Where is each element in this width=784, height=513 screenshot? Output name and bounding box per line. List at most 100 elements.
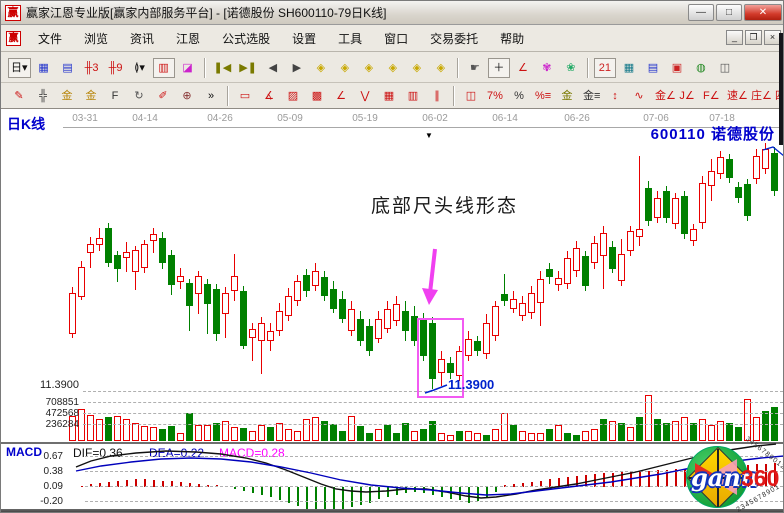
pan-hand-icon[interactable]: ☛ <box>464 58 486 78</box>
candle-body <box>249 329 256 338</box>
gann-fan-icon[interactable]: ∡ <box>258 86 280 106</box>
menu-item-设置[interactable]: 设置 <box>281 26 327 51</box>
next-button[interactable]: ▶ <box>286 58 308 78</box>
square-grid-icon[interactable]: ▥ <box>402 86 424 106</box>
dense-grid-icon[interactable]: ▦ <box>378 86 400 106</box>
gold-circle-icon[interactable]: 金 <box>556 86 578 106</box>
application-window: 赢 赢家江恩专业版[赢家内部服务平台] - [诺德股份 SH600110-79日… <box>0 0 784 513</box>
macd-histogram-bar <box>648 471 650 487</box>
grid-tool-icon[interactable]: ╬ <box>32 86 54 106</box>
menu-item-交易委托[interactable]: 交易委托 <box>419 26 489 51</box>
volume-bar <box>735 427 742 441</box>
menu-item-公式选股[interactable]: 公式选股 <box>211 26 281 51</box>
zoom-left-diamond-icon[interactable]: ◈ <box>310 58 332 78</box>
color-histogram-icon[interactable]: ◪ <box>177 58 199 78</box>
angle-measure-icon[interactable]: ∠ <box>512 58 534 78</box>
prev-button[interactable]: ◀ <box>262 58 284 78</box>
macd-histogram-bar <box>423 487 425 493</box>
intraday-chart-icon[interactable]: ▥ <box>153 58 175 78</box>
panorama-icon[interactable]: ▦ <box>33 58 55 78</box>
rect-tool-icon[interactable]: ▭ <box>234 86 256 106</box>
menu-logo-icon: 赢 <box>6 31 21 46</box>
wave-line-icon[interactable]: ∿ <box>628 86 650 106</box>
menu-item-文件[interactable]: 文件 <box>27 26 73 51</box>
gann-box-icon[interactable]: ▨ <box>282 86 304 106</box>
menu-item-浏览[interactable]: 浏览 <box>73 26 119 51</box>
tree-tool-icon[interactable]: ✾ <box>536 58 558 78</box>
candle-body <box>222 293 229 314</box>
percent-line-icon[interactable]: %≡ <box>532 86 554 106</box>
last-page-button[interactable]: ▶❚ <box>236 58 260 78</box>
pattern-annotation: 底部尺头线形态 <box>371 191 518 218</box>
gold-angle-icon[interactable]: 金∠ <box>652 86 674 106</box>
crosshair-icon[interactable]: ＋ <box>488 58 510 78</box>
price-table-icon[interactable]: ◫ <box>460 86 482 106</box>
close-button[interactable]: ✕ <box>744 4 782 21</box>
banker-angle-icon[interactable]: 庄∠ <box>748 86 770 106</box>
mdi-minimize-button[interactable]: _ <box>726 30 743 45</box>
save-icon[interactable]: ▣ <box>666 58 688 78</box>
expand-diamond-icon[interactable]: ◈ <box>358 58 380 78</box>
date-label-05-09: 05-09 <box>277 113 303 124</box>
toolbar-separator <box>587 58 589 78</box>
pen-ruler-icon[interactable]: ✐ <box>152 86 174 106</box>
menu-item-帮助[interactable]: 帮助 <box>489 26 535 51</box>
network-icon[interactable]: ◍ <box>690 58 712 78</box>
first-page-button[interactable]: ❚◀ <box>211 58 235 78</box>
brush-icon[interactable]: ✎ <box>8 86 30 106</box>
minute9-chart-icon[interactable]: ╫9 <box>105 58 127 78</box>
drawing-toolbar: ✎╬金金F↻✐⊕»▭∡▨▩∠⋁▦▥∥◫7%%%≡金金≡↕∿金∠J∠F∠速∠庄∠四… <box>1 83 784 109</box>
menu-item-工具[interactable]: 工具 <box>327 26 373 51</box>
menu-item-窗口[interactable]: 窗口 <box>373 26 419 51</box>
candle-body <box>177 276 184 282</box>
wide-diamond-icon[interactable]: ◈ <box>406 58 428 78</box>
macd-histogram-bar <box>459 487 461 500</box>
minimize-button[interactable]: — <box>688 4 714 21</box>
title-bar[interactable]: 赢 赢家江恩专业版[赢家内部服务平台] - [诺德股份 SH600110-79日… <box>1 1 784 25</box>
candle-body <box>672 198 679 224</box>
percent-icon[interactable]: % <box>508 86 530 106</box>
cycle-circle-icon[interactable]: ↻ <box>128 86 150 106</box>
menu-item-资讯[interactable]: 资讯 <box>119 26 165 51</box>
full-diamond-icon[interactable]: ◈ <box>430 58 452 78</box>
candle-body <box>681 196 688 234</box>
speed-angle-icon[interactable]: 速∠ <box>724 86 746 106</box>
time-circle-icon[interactable]: ⊕ <box>176 86 198 106</box>
percent7-icon[interactable]: 7% <box>484 86 506 106</box>
more-tools-chevron[interactable]: » <box>200 86 222 106</box>
j-angle-icon[interactable]: J∠ <box>676 86 698 106</box>
candle-body <box>285 296 292 316</box>
vee-line-icon[interactable]: ⋁ <box>354 86 376 106</box>
calendar-icon[interactable]: 21 <box>594 58 616 78</box>
gann-grid-icon[interactable]: ▩ <box>306 86 328 106</box>
candle-style-button[interactable]: ≬▾ <box>129 58 151 78</box>
gold-line-icon[interactable]: 金≡ <box>580 86 602 106</box>
zoom-right-diamond-icon[interactable]: ◈ <box>334 58 356 78</box>
macd-histogram-bar <box>252 487 254 493</box>
quote-list-icon[interactable]: ▤ <box>57 58 79 78</box>
print-icon[interactable]: ◫ <box>714 58 736 78</box>
chart-canvas[interactable]: 日K线 03-3104-1404-2605-0905-1906-0206-140… <box>1 109 784 513</box>
f-grid-icon[interactable]: F <box>104 86 126 106</box>
brain-tool-icon[interactable]: ❀ <box>560 58 582 78</box>
minute3-chart-icon[interactable]: ╫3 <box>81 58 103 78</box>
date-marker-triangle: ▼ <box>425 131 433 140</box>
candle-body <box>195 276 202 294</box>
kline-period-button[interactable]: 日▾ <box>8 58 31 78</box>
angle-line-icon[interactable]: ∠ <box>330 86 352 106</box>
gold-grid2-icon[interactable]: 金 <box>80 86 102 106</box>
mdi-restore-button[interactable]: ❐ <box>745 30 762 45</box>
calculator-icon[interactable]: ▦ <box>618 58 640 78</box>
macd-histogram-bar <box>657 470 659 487</box>
compress-diamond-icon[interactable]: ◈ <box>382 58 404 78</box>
gold-grid1-icon[interactable]: 金 <box>56 86 78 106</box>
toolbar-separator <box>204 58 206 78</box>
updown-pen-icon[interactable]: ↕ <box>604 86 626 106</box>
maximize-button[interactable]: □ <box>716 4 742 21</box>
f-angle-icon[interactable]: F∠ <box>700 86 722 106</box>
report-icon[interactable]: ▤ <box>642 58 664 78</box>
menu-item-江恩[interactable]: 江恩 <box>165 26 211 51</box>
parallel-lines-icon[interactable]: ∥ <box>426 86 448 106</box>
date-label-06-14: 06-14 <box>492 113 518 124</box>
chart-right-scrollbar[interactable] <box>779 33 784 145</box>
